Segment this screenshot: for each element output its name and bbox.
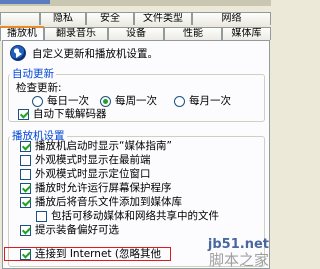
setting-subitem[interactable]: 包括可移动媒体和网络共享中的文件 — [36, 210, 219, 222]
setting-label: 播放后将音乐文件添加到媒体库 — [35, 196, 182, 208]
option-monthly-label: 每月一次 — [189, 95, 231, 107]
option-daily-label: 每日一次 — [47, 95, 89, 107]
setting-checkbox[interactable] — [20, 224, 31, 236]
radio-daily[interactable] — [32, 95, 43, 107]
setting-label: 播放时允许运行屏幕保护程序 — [35, 182, 172, 194]
watermark: jb51.net 脚本之家 — [207, 237, 269, 269]
radio-monthly[interactable] — [174, 95, 185, 107]
setting-checkbox[interactable] — [20, 154, 31, 166]
option-daily[interactable]: 每日一次 — [32, 95, 89, 107]
setting-item[interactable]: 外观模式时显示在最前端 — [20, 154, 151, 166]
tab-library[interactable]: 媒体库 — [222, 27, 271, 40]
intro-text: 自定义更新和播放机设置。 — [32, 47, 158, 60]
tab-file-types[interactable]: 文件类型 — [134, 12, 192, 25]
option-weekly[interactable]: 每周一次 — [100, 95, 157, 107]
highlight-box — [4, 247, 171, 261]
setting-label: 提示装备偏好可选 — [35, 224, 119, 236]
setting-checkbox[interactable] — [20, 196, 31, 208]
tab-privacy[interactable]: 隐私 — [40, 12, 86, 25]
watermark-site: jb51.net — [207, 237, 269, 252]
option-monthly[interactable]: 每月一次 — [174, 95, 231, 107]
tab-row-bottom: 播放机 翻录音乐 设备 性能 媒体库 — [0, 26, 271, 41]
setting-checkbox[interactable] — [20, 168, 31, 180]
download-codecs-label: 自动下载解码器 — [33, 108, 107, 120]
tab-security[interactable]: 安全 — [86, 12, 134, 25]
setting-item[interactable]: 外观模式时显示定位窗口 — [20, 168, 151, 180]
window-edge — [0, 0, 271, 6]
setting-label: 播放机启动时显示“媒体指南” — [35, 140, 172, 152]
setting-item[interactable]: 播放机启动时显示“媒体指南” — [20, 140, 172, 152]
tab-network[interactable]: 网络 — [192, 12, 271, 25]
setting-checkbox[interactable] — [20, 182, 31, 194]
setting-label: 外观模式时显示在最前端 — [35, 154, 151, 166]
tab-rip-music[interactable]: 翻录音乐 — [44, 27, 108, 40]
check-update-text: 检查更新: — [16, 82, 62, 94]
tab-performance[interactable]: 性能 — [164, 27, 222, 40]
media-player-icon — [10, 45, 26, 61]
watermark-name: 脚本之家 — [208, 251, 269, 269]
tab-player[interactable]: 播放机 — [0, 26, 44, 41]
setting-item[interactable]: 播放时允许运行屏幕保护程序 — [20, 182, 172, 194]
setting-checkbox[interactable] — [36, 210, 47, 222]
setting-item[interactable]: 提示装备偏好可选 — [20, 224, 119, 236]
setting-label: 外观模式时显示定位窗口 — [35, 168, 151, 180]
check-update-label: 检查更新: — [16, 82, 62, 94]
option-weekly-label: 每周一次 — [115, 95, 157, 107]
download-codecs-checkbox[interactable] — [18, 108, 29, 120]
download-codecs-option[interactable]: 自动下载解码器 — [18, 108, 107, 120]
tab-hidden[interactable] — [0, 12, 40, 25]
auto-update-title: 自动更新 — [10, 68, 56, 80]
setting-item[interactable]: 播放后将音乐文件添加到媒体库 — [20, 196, 182, 208]
radio-weekly[interactable] — [100, 95, 111, 107]
tab-devices[interactable]: 设备 — [108, 27, 164, 40]
setting-label: 包括可移动媒体和网络共享中的文件 — [51, 210, 219, 222]
tab-row-top: 隐私 安全 文件类型 网络 — [0, 12, 271, 25]
setting-checkbox[interactable] — [20, 140, 31, 152]
intro: 自定义更新和播放机设置。 — [10, 45, 158, 61]
